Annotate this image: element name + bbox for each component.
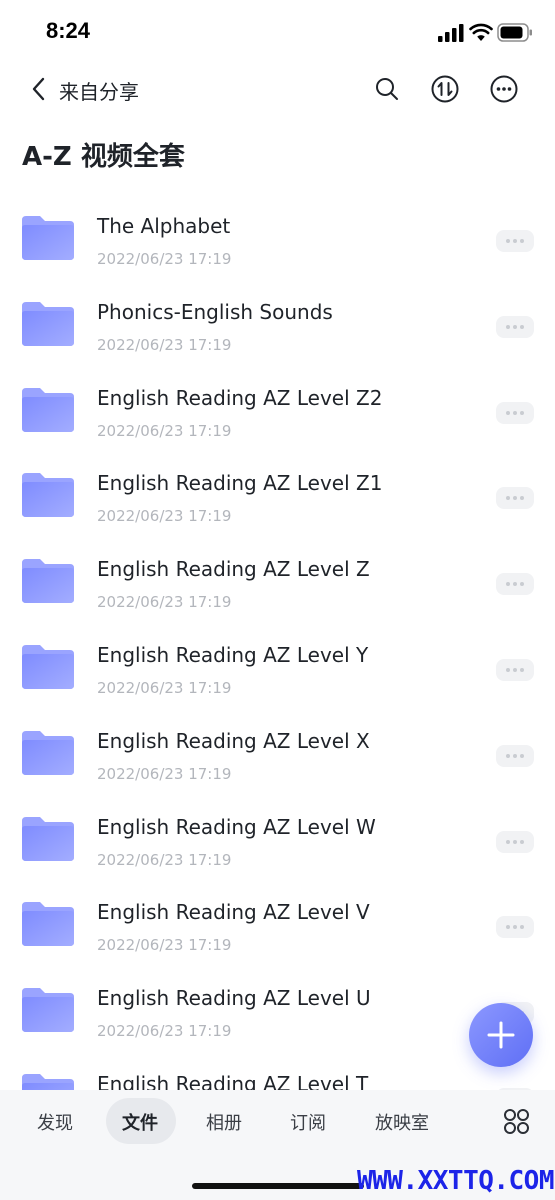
file-date: 2022/06/23 17:19 — [97, 850, 232, 869]
file-name: English Reading AZ Level Z — [97, 557, 370, 582]
item-more-button[interactable] — [496, 744, 534, 767]
file-date: 2022/06/23 17:19 — [97, 1022, 232, 1041]
battery-icon — [497, 23, 532, 42]
status-time: 8:24 — [46, 18, 91, 43]
back-button-label[interactable]: 来自分享 — [59, 76, 139, 105]
file-name: Phonics-English Sounds — [97, 299, 333, 324]
file-date: 2022/06/23 17:19 — [97, 678, 232, 697]
file-list-item[interactable]: English Reading AZ Level V 2022/06/23 17… — [0, 872, 555, 958]
file-list: The Alphabet 2022/06/23 17:19 Phonics-En… — [0, 186, 555, 1090]
add-button[interactable] — [469, 1003, 533, 1067]
tab-theater[interactable]: 放映室 — [375, 1109, 429, 1135]
tab-albums[interactable]: 相册 — [206, 1109, 242, 1135]
folder-icon — [22, 902, 74, 947]
plus-icon — [487, 1021, 515, 1049]
item-more-button[interactable] — [496, 487, 534, 510]
tab-subscriptions[interactable]: 订阅 — [290, 1109, 326, 1135]
folder-icon — [22, 988, 74, 1033]
tab-discover[interactable]: 发现 — [37, 1109, 73, 1135]
file-name: English Reading AZ Level T — [97, 1071, 369, 1090]
watermark: WWW.XXTTQ.COM — [357, 1166, 555, 1196]
file-date: 2022/06/23 17:19 — [97, 764, 232, 783]
file-list-item[interactable]: Phonics-English Sounds 2022/06/23 17:19 — [0, 272, 555, 358]
file-name: The Alphabet — [97, 214, 231, 238]
file-list-item[interactable]: English Reading AZ Level Z1 2022/06/23 1… — [0, 443, 555, 529]
cellular-signal-icon — [438, 24, 464, 42]
file-list-item[interactable]: English Reading AZ Level T — [0, 1044, 555, 1090]
folder-icon — [22, 301, 74, 346]
file-name: English Reading AZ Level V — [97, 900, 370, 925]
file-list-item[interactable]: English Reading AZ Level Z2 2022/06/23 1… — [0, 358, 555, 444]
navigation-bar: 来自分享 — [0, 64, 555, 114]
status-bar: 8:24 — [0, 0, 555, 64]
file-list-item[interactable]: English Reading AZ Level W 2022/06/23 17… — [0, 787, 555, 873]
home-indicator — [192, 1183, 364, 1189]
file-date: 2022/06/23 17:19 — [97, 250, 232, 268]
folder-icon — [22, 816, 74, 861]
item-more-button[interactable] — [496, 573, 534, 596]
folder-icon — [22, 473, 74, 518]
apps-grid-icon[interactable] — [503, 1108, 530, 1135]
item-more-button[interactable] — [496, 830, 534, 853]
file-name: English Reading AZ Level Z1 — [97, 471, 383, 496]
folder-icon — [22, 559, 74, 604]
file-name: English Reading AZ Level U — [97, 986, 371, 1011]
file-date: 2022/06/23 17:19 — [97, 507, 232, 526]
wifi-icon — [469, 23, 493, 41]
page-title: A-Z 视频全套 — [22, 142, 185, 172]
item-more-button[interactable] — [496, 658, 534, 681]
tab-files[interactable]: 文件 — [122, 1109, 158, 1135]
folder-icon — [22, 730, 74, 775]
file-list-item[interactable]: English Reading AZ Level Z 2022/06/23 17… — [0, 529, 555, 615]
folder-icon — [22, 644, 74, 689]
item-more-button[interactable] — [496, 230, 534, 252]
item-more-button[interactable] — [496, 916, 534, 939]
transfer-icon[interactable] — [429, 73, 461, 105]
more-options-icon[interactable] — [488, 73, 520, 105]
search-icon[interactable] — [371, 73, 403, 105]
file-date: 2022/06/23 17:19 — [97, 421, 232, 440]
file-list-item[interactable]: The Alphabet 2022/06/23 17:19 — [0, 186, 555, 272]
file-list-item[interactable]: English Reading AZ Level Y 2022/06/23 17… — [0, 615, 555, 701]
file-date: 2022/06/23 17:19 — [97, 593, 232, 612]
folder-icon — [22, 1073, 74, 1090]
folder-icon — [22, 216, 74, 260]
file-name: English Reading AZ Level X — [97, 728, 370, 753]
item-more-button[interactable] — [496, 401, 534, 424]
file-name: English Reading AZ Level Y — [97, 642, 369, 667]
folder-icon — [22, 387, 74, 432]
item-more-button[interactable] — [496, 315, 534, 338]
file-date: 2022/06/23 17:19 — [97, 335, 232, 354]
file-name: English Reading AZ Level W — [97, 814, 376, 839]
file-name: English Reading AZ Level Z2 — [97, 385, 383, 410]
back-chevron-icon[interactable] — [28, 76, 50, 102]
file-list-item[interactable]: English Reading AZ Level X 2022/06/23 17… — [0, 701, 555, 787]
file-date: 2022/06/23 17:19 — [97, 936, 232, 955]
